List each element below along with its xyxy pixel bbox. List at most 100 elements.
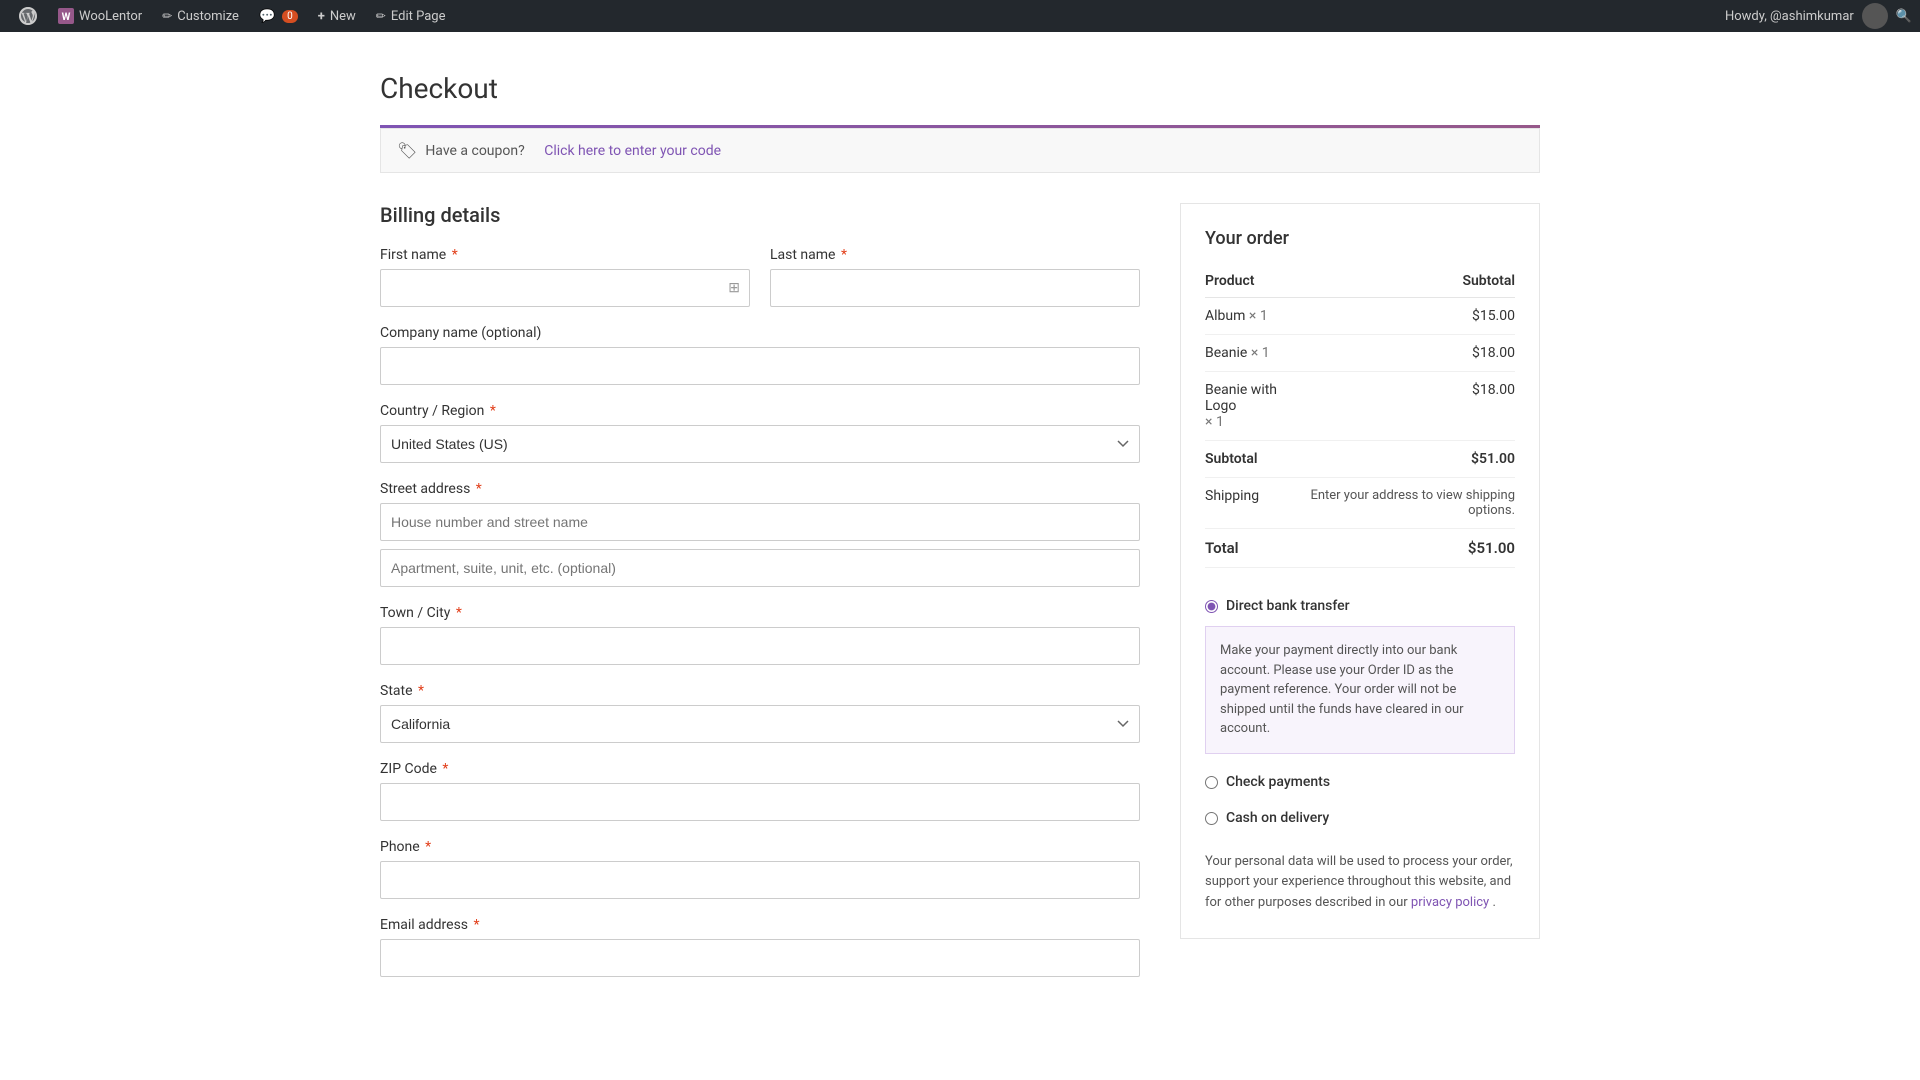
order-item-album: Album × 1 $15.00 — [1205, 298, 1515, 335]
state-row: State * California — [380, 683, 1140, 743]
apt-input[interactable] — [380, 549, 1140, 587]
admin-avatar — [1862, 3, 1888, 29]
zip-field: ZIP Code * — [380, 761, 1140, 821]
street-input[interactable] — [380, 503, 1140, 541]
city-row: Town / City * — [380, 605, 1140, 665]
payment-option-cod: Cash on delivery — [1205, 800, 1515, 836]
email-row: Email address * — [380, 917, 1140, 977]
first-name-input[interactable] — [380, 269, 750, 307]
coupon-text: Have a coupon? — [425, 143, 524, 159]
city-input[interactable] — [380, 627, 1140, 665]
zip-label: ZIP Code * — [380, 761, 1140, 777]
adminbar-comments[interactable]: 💬 0 — [249, 0, 308, 32]
street-required: * — [476, 481, 482, 497]
item-album-price: $15.00 — [1301, 298, 1515, 335]
svg-text:W: W — [62, 12, 71, 23]
company-label: Company name (optional) — [380, 325, 1140, 341]
coupon-link[interactable]: Click here to enter your code — [544, 143, 721, 159]
first-name-label: First name * — [380, 247, 750, 263]
phone-required: * — [425, 839, 431, 855]
city-field: Town / City * — [380, 605, 1140, 665]
col-subtotal: Subtotal — [1301, 265, 1515, 298]
page-title: Checkout — [380, 72, 1540, 105]
state-select[interactable]: California — [380, 705, 1140, 743]
plus-icon: + — [318, 9, 325, 24]
phone-row: Phone * — [380, 839, 1140, 899]
subtotal-value: $51.00 — [1301, 441, 1515, 478]
shipping-row: Shipping Enter your address to view ship… — [1205, 478, 1515, 529]
col-product: Product — [1205, 265, 1301, 298]
privacy-notice: Your personal data will be used to proce… — [1205, 852, 1515, 914]
phone-input[interactable] — [380, 861, 1140, 899]
country-field: Country / Region * United States (US) — [380, 403, 1140, 463]
last-name-input[interactable] — [770, 269, 1140, 307]
company-field: Company name (optional) — [380, 325, 1140, 385]
email-input[interactable] — [380, 939, 1140, 977]
adminbar-customize-label: Customize — [177, 9, 239, 24]
field-icon: ⊞ — [728, 280, 740, 296]
admin-user-greeting: Howdy, @ashimkumar — [1725, 9, 1854, 24]
subtotal-row: Subtotal $51.00 — [1205, 441, 1515, 478]
admin-bar: W WooLentor ✏ Customize 💬 0 + New ✏ Edit… — [0, 0, 1920, 32]
comments-icon: 💬 — [259, 9, 275, 24]
main-wrapper: Checkout 🏷 Have a coupon? Click here to … — [0, 32, 1920, 1080]
adminbar-new[interactable]: + New — [308, 0, 366, 32]
woolentor-icon: W — [58, 8, 74, 24]
email-label: Email address * — [380, 917, 1140, 933]
country-row: Country / Region * United States (US) — [380, 403, 1140, 463]
item-beanie-logo-name: Beanie with Logo × 1 — [1205, 372, 1301, 441]
order-title: Your order — [1205, 228, 1515, 249]
state-field: State * California — [380, 683, 1140, 743]
city-label: Town / City * — [380, 605, 1140, 621]
check-payments-radio[interactable] — [1205, 776, 1218, 789]
order-section: Your order Product Subtotal Album × 1 — [1180, 203, 1540, 939]
phone-label: Phone * — [380, 839, 1140, 855]
check-payments-label[interactable]: Check payments — [1226, 774, 1330, 790]
first-name-field: First name * ⊞ — [380, 247, 750, 307]
first-name-input-wrapper: ⊞ — [380, 269, 750, 307]
first-name-required: * — [452, 247, 458, 263]
item-beanie-logo-price: $18.00 — [1301, 372, 1515, 441]
total-row: Total $51.00 — [1205, 529, 1515, 568]
direct-bank-label[interactable]: Direct bank transfer — [1226, 598, 1350, 614]
state-label: State * — [380, 683, 1140, 699]
last-name-field: Last name * — [770, 247, 1140, 307]
email-required: * — [474, 917, 480, 933]
adminbar-edit-page[interactable]: ✏ Edit Page — [366, 0, 456, 32]
adminbar-new-label: New — [330, 9, 356, 24]
zip-row: ZIP Code * — [380, 761, 1140, 821]
cash-delivery-label[interactable]: Cash on delivery — [1226, 810, 1329, 826]
payment-option-check: Check payments — [1205, 764, 1515, 800]
order-item-beanie: Beanie × 1 $18.00 — [1205, 335, 1515, 372]
payment-methods: Direct bank transfer Make your payment d… — [1205, 588, 1515, 914]
street-field: Street address * — [380, 481, 1140, 587]
email-field: Email address * — [380, 917, 1140, 977]
cash-delivery-radio[interactable] — [1205, 812, 1218, 825]
street-label: Street address * — [380, 481, 1140, 497]
state-required: * — [418, 683, 424, 699]
subtotal-label: Subtotal — [1205, 441, 1301, 478]
country-required: * — [490, 403, 496, 419]
company-row: Company name (optional) — [380, 325, 1140, 385]
country-select[interactable]: United States (US) — [380, 425, 1140, 463]
payment-option-direct-bank: Direct bank transfer — [1205, 588, 1515, 624]
privacy-policy-link[interactable]: privacy policy — [1411, 895, 1489, 910]
company-input[interactable] — [380, 347, 1140, 385]
direct-bank-description: Make your payment directly into our bank… — [1205, 626, 1515, 754]
adminbar-wp-logo[interactable] — [8, 0, 48, 32]
phone-field: Phone * — [380, 839, 1140, 899]
order-item-beanie-logo: Beanie with Logo × 1 $18.00 — [1205, 372, 1515, 441]
search-icon[interactable]: 🔍 — [1896, 9, 1912, 24]
page-content: Checkout 🏷 Have a coupon? Click here to … — [360, 32, 1560, 1035]
adminbar-customize[interactable]: ✏ Customize — [152, 0, 249, 32]
street-address-row: Street address * — [380, 481, 1140, 587]
shipping-label: Shipping — [1205, 478, 1301, 529]
adminbar-woolentor-label: WooLentor — [79, 9, 142, 24]
checkout-layout: Billing details First name * ⊞ — [380, 203, 1540, 995]
adminbar-edit-page-label: Edit Page — [391, 9, 446, 24]
direct-bank-radio[interactable] — [1205, 600, 1218, 613]
zip-input[interactable] — [380, 783, 1140, 821]
adminbar-woolentor[interactable]: W WooLentor — [48, 0, 152, 32]
pencil-icon: ✏ — [162, 9, 172, 23]
order-box: Your order Product Subtotal Album × 1 — [1180, 203, 1540, 939]
